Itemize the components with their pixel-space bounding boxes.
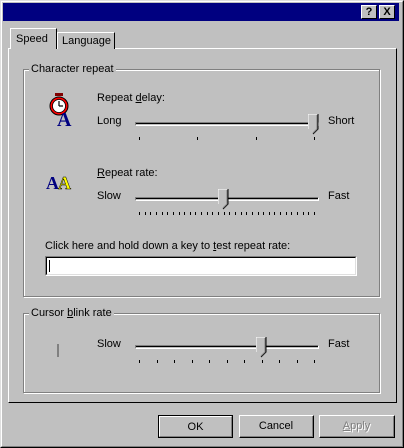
slider-tick — [156, 212, 157, 215]
cursor-blink-label: Cursor blink rate — [29, 307, 114, 319]
ok-button-label: OK — [187, 420, 204, 433]
slider-tick — [179, 212, 180, 215]
slider-tick — [174, 360, 175, 363]
slider-tick — [256, 137, 257, 140]
cursor-blink-slider-track[interactable] — [135, 345, 319, 349]
cancel-button-label: Cancel — [258, 420, 294, 432]
slider-tick — [229, 212, 230, 215]
slider-tick — [314, 212, 315, 215]
slider-tick — [173, 212, 174, 215]
apply-button[interactable]: Apply — [319, 415, 395, 438]
cursor-blink-group — [23, 313, 380, 393]
repeat-delay-label: Repeat delay: — [97, 92, 165, 104]
text-caret — [49, 260, 50, 272]
slider-tick — [145, 212, 146, 215]
apply-button-label: Apply — [342, 420, 371, 432]
slider-tick — [218, 212, 219, 215]
tab-speed-joiner — [11, 48, 56, 50]
ok-button[interactable]: OK — [158, 415, 233, 438]
slider-tick — [303, 212, 304, 215]
slider-tick — [192, 360, 193, 363]
ok-button-face: OK — [159, 416, 232, 437]
slider-tick — [263, 212, 264, 215]
svg-text:A: A — [57, 109, 72, 128]
cursor-blink-max-label: Fast — [328, 338, 350, 350]
tab-language[interactable]: Language — [57, 32, 115, 49]
cursor-blink-min-label: Slow — [97, 338, 121, 350]
slider-tick — [241, 212, 242, 215]
cancel-button[interactable]: Cancel — [239, 415, 314, 438]
slider-tick — [269, 212, 270, 215]
slider-tick — [314, 137, 315, 140]
repeat-rate-label: Repeat rate: — [97, 167, 158, 179]
tab-speed[interactable]: Speed — [10, 28, 57, 49]
slider-tick — [252, 212, 253, 215]
tab-speed-label: Speed — [16, 33, 48, 45]
repeat-rate-min-label: Slow — [97, 190, 121, 202]
slider-tick — [297, 212, 298, 215]
slider-tick — [297, 360, 298, 363]
slider-tick — [308, 212, 309, 215]
tab-language-label: Language — [62, 35, 111, 47]
slider-tick — [184, 212, 185, 215]
test-repeat-prompt: Click here and hold down a key to test r… — [45, 240, 291, 252]
slider-tick — [162, 212, 163, 215]
tab-panel-speed: Character repeat A Repeat delay: Long Sh… — [8, 48, 397, 403]
title-bar[interactable]: ? X — [3, 3, 399, 21]
slider-tick — [258, 212, 259, 215]
slider-tick — [235, 212, 236, 215]
slider-tick — [280, 212, 281, 215]
close-button[interactable]: X — [379, 5, 395, 19]
slider-tick — [201, 212, 202, 215]
repeat-delay-min-label: Long — [97, 115, 122, 127]
slider-tick — [167, 212, 168, 215]
slider-tick — [274, 212, 275, 215]
help-button[interactable]: ? — [361, 5, 377, 19]
slider-tick — [209, 360, 210, 363]
repeat-delay-slider-thumb[interactable] — [308, 114, 319, 135]
slider-tick — [291, 212, 292, 215]
slider-tick — [195, 212, 196, 215]
slider-tick — [150, 212, 151, 215]
slider-tick — [314, 360, 315, 363]
repeat-rate-slider-thumb[interactable] — [218, 189, 229, 210]
cancel-button-face: Cancel — [240, 416, 313, 437]
repeat-delay-max-label: Short — [328, 115, 355, 127]
help-question-icon: ? — [365, 6, 373, 18]
blinking-cursor-icon — [57, 344, 59, 357]
slider-tick — [227, 360, 228, 363]
double-a-icon: A A — [46, 173, 71, 193]
slider-tick — [224, 212, 225, 215]
slider-tick — [262, 360, 263, 363]
slider-tick — [244, 360, 245, 363]
stopwatch-a-icon: A — [49, 93, 72, 128]
cursor-blink-slider-thumb[interactable] — [256, 337, 267, 358]
slider-tick — [279, 360, 280, 363]
repeat-rate-max-label: Fast — [328, 190, 350, 202]
slider-tick — [246, 212, 247, 215]
slider-tick — [139, 360, 140, 363]
slider-tick — [190, 212, 191, 215]
slider-tick — [286, 212, 287, 215]
test-repeat-input[interactable] — [45, 256, 357, 276]
close-icon: X — [383, 6, 391, 18]
slider-tick — [157, 360, 158, 363]
slider-tick — [207, 212, 208, 215]
repeat-delay-slider-track[interactable] — [135, 122, 319, 126]
character-repeat-label: Character repeat — [29, 63, 116, 75]
slider-tick — [197, 137, 198, 140]
slider-tick — [139, 212, 140, 215]
svg-text:A: A — [58, 173, 71, 193]
slider-tick — [139, 137, 140, 140]
slider-tick — [212, 212, 213, 215]
apply-button-face: Apply — [320, 416, 394, 437]
test-repeat-input-well — [46, 257, 356, 275]
